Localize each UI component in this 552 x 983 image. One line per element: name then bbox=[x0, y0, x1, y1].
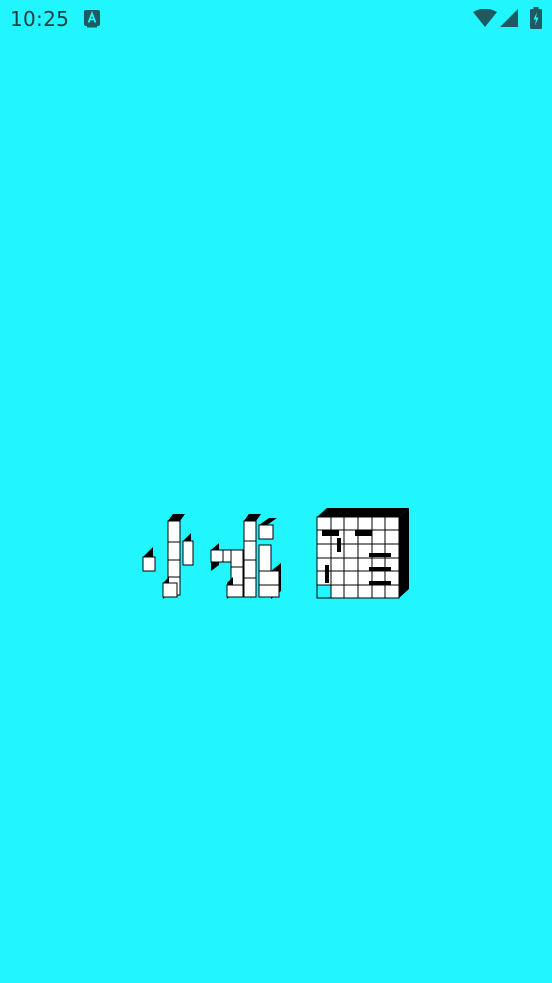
wifi-icon bbox=[473, 9, 497, 27]
battery-charging-icon bbox=[530, 7, 542, 29]
splash-screen bbox=[0, 40, 552, 983]
cell-signal-icon bbox=[500, 9, 518, 27]
logo-char-xiao bbox=[142, 514, 194, 599]
logo-char-shui bbox=[210, 514, 281, 599]
app-logo-graphic bbox=[142, 508, 409, 599]
logo-char-xiang bbox=[316, 508, 409, 599]
app-logo bbox=[141, 505, 411, 600]
status-time: 10:25 bbox=[10, 7, 70, 31]
status-bar: 10:25 bbox=[0, 0, 552, 40]
accessibility-a-icon bbox=[84, 10, 100, 28]
